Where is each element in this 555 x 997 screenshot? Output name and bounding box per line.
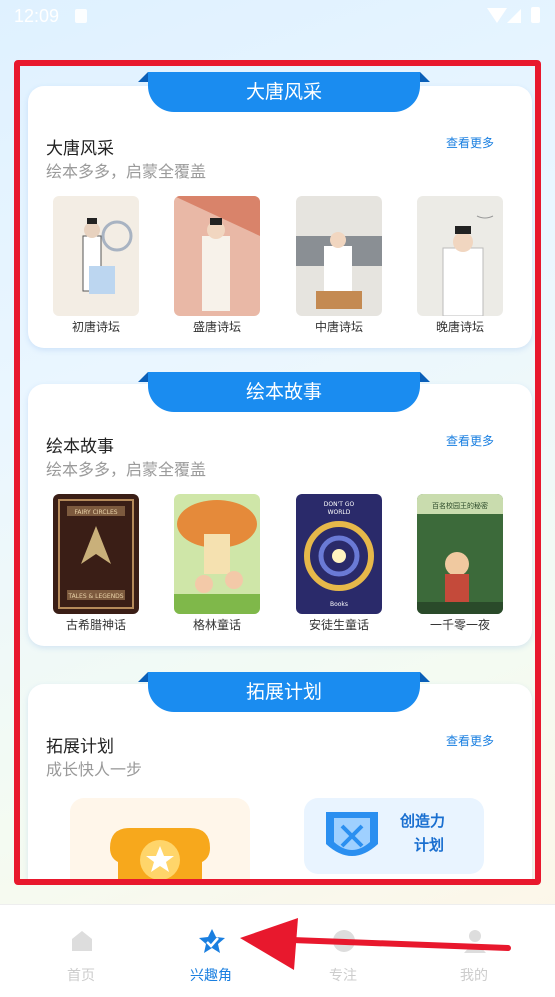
content-scroll[interactable]: 大唐风采 大唐风采 绘本多多，启蒙全覆盖 查看更多 初唐诗坛 盛唐诗坛 中唐诗坛…: [20, 64, 535, 882]
signal-icon: [507, 9, 521, 23]
section-subtitle: 绘本多多，启蒙全覆盖: [46, 460, 207, 479]
view-more-link[interactable]: 查看更多: [446, 134, 494, 151]
book-item[interactable]: DON'T GO WORLD Books 安徒生童话: [296, 494, 382, 633]
cover-title: FAIRY CIRCLES: [74, 509, 117, 516]
annotation-arrow: [240, 918, 511, 970]
view-more-link[interactable]: 查看更多: [446, 732, 494, 749]
home-icon: [72, 931, 92, 951]
section-subtitle: 绘本多多，启蒙全覆盖: [46, 162, 207, 181]
book-item[interactable]: 百名校园王的秘密 一千零一夜: [417, 494, 503, 633]
nav-home[interactable]: 首页: [12, 905, 150, 997]
book-item[interactable]: 中唐诗坛: [296, 196, 382, 335]
creativity-plan-tile[interactable]: 创造力 计划: [304, 798, 484, 874]
book-item[interactable]: 格林童话: [174, 494, 260, 633]
wifi-icon: [487, 8, 507, 23]
book-cover: FAIRY CIRCLES TALES & LEGENDS: [53, 494, 139, 614]
book-cover: [174, 196, 260, 316]
star-badge-icon: [199, 929, 225, 953]
view-more-link[interactable]: 查看更多: [446, 432, 494, 449]
nav-label: 首页: [67, 968, 95, 984]
book-item[interactable]: 盛唐诗坛: [174, 196, 260, 335]
section-title: 拓展计划: [46, 737, 114, 757]
status-bar: 12:09: [0, 0, 555, 34]
cover-title: DON'T GO: [324, 501, 355, 508]
plan-tile[interactable]: [70, 798, 250, 882]
book-label: 中唐诗坛: [314, 320, 363, 334]
section-card-picturebook: 绘本故事 绘本故事 绘本多多，启蒙全覆盖 查看更多 FAIRY CIRCLES T…: [28, 372, 532, 646]
section-subtitle: 成长快人一步: [46, 760, 143, 779]
book-cover: 百名校园王的秘密: [417, 494, 503, 614]
trophy-icon: [110, 828, 210, 882]
book-label: 初唐诗坛: [71, 320, 120, 334]
cover-title: WORLD: [328, 509, 351, 516]
section-title: 绘本故事: [46, 437, 114, 457]
book-label: 格林童话: [192, 618, 241, 632]
section-banner: 绘本故事: [138, 372, 430, 412]
book-item[interactable]: FAIRY CIRCLES TALES & LEGENDS 古希腊神话: [53, 494, 139, 633]
cover-title: 百名校园王的秘密: [432, 501, 488, 510]
book-label: 晚唐诗坛: [435, 320, 484, 334]
section-banner: 拓展计划: [138, 672, 430, 712]
tile-label-line2: 计划: [414, 836, 445, 854]
book-label: 古希腊神话: [65, 618, 126, 632]
book-item[interactable]: 初唐诗坛: [53, 196, 139, 335]
book-label: 一千零一夜: [429, 618, 490, 632]
cover-subtitle: TALES & LEGENDS: [67, 593, 123, 600]
status-time: 12:09: [14, 6, 60, 26]
book-cover: [417, 196, 503, 316]
book-cover: [174, 494, 260, 614]
section-card-extension: 拓展计划 拓展计划 成长快人一步 查看更多 创造力 计划: [28, 672, 532, 882]
tile-label-line1: 创造力: [400, 812, 446, 830]
notification-icon: [75, 9, 87, 23]
book-cover: [296, 196, 382, 316]
book-item[interactable]: 晚唐诗坛: [417, 196, 503, 335]
section-title: 大唐风采: [46, 139, 114, 159]
shield-icon: [326, 812, 378, 856]
cover-title: Books: [330, 601, 348, 608]
book-cover: [53, 196, 139, 316]
battery-icon: [531, 7, 540, 23]
book-label: 盛唐诗坛: [192, 320, 241, 334]
section-banner: 大唐风采: [138, 72, 430, 112]
book-cover: DON'T GO WORLD Books: [296, 494, 382, 614]
section-card-tang: 大唐风采 大唐风采 绘本多多，启蒙全覆盖 查看更多 初唐诗坛 盛唐诗坛 中唐诗坛…: [28, 72, 532, 348]
book-label: 安徒生童话: [308, 618, 369, 632]
